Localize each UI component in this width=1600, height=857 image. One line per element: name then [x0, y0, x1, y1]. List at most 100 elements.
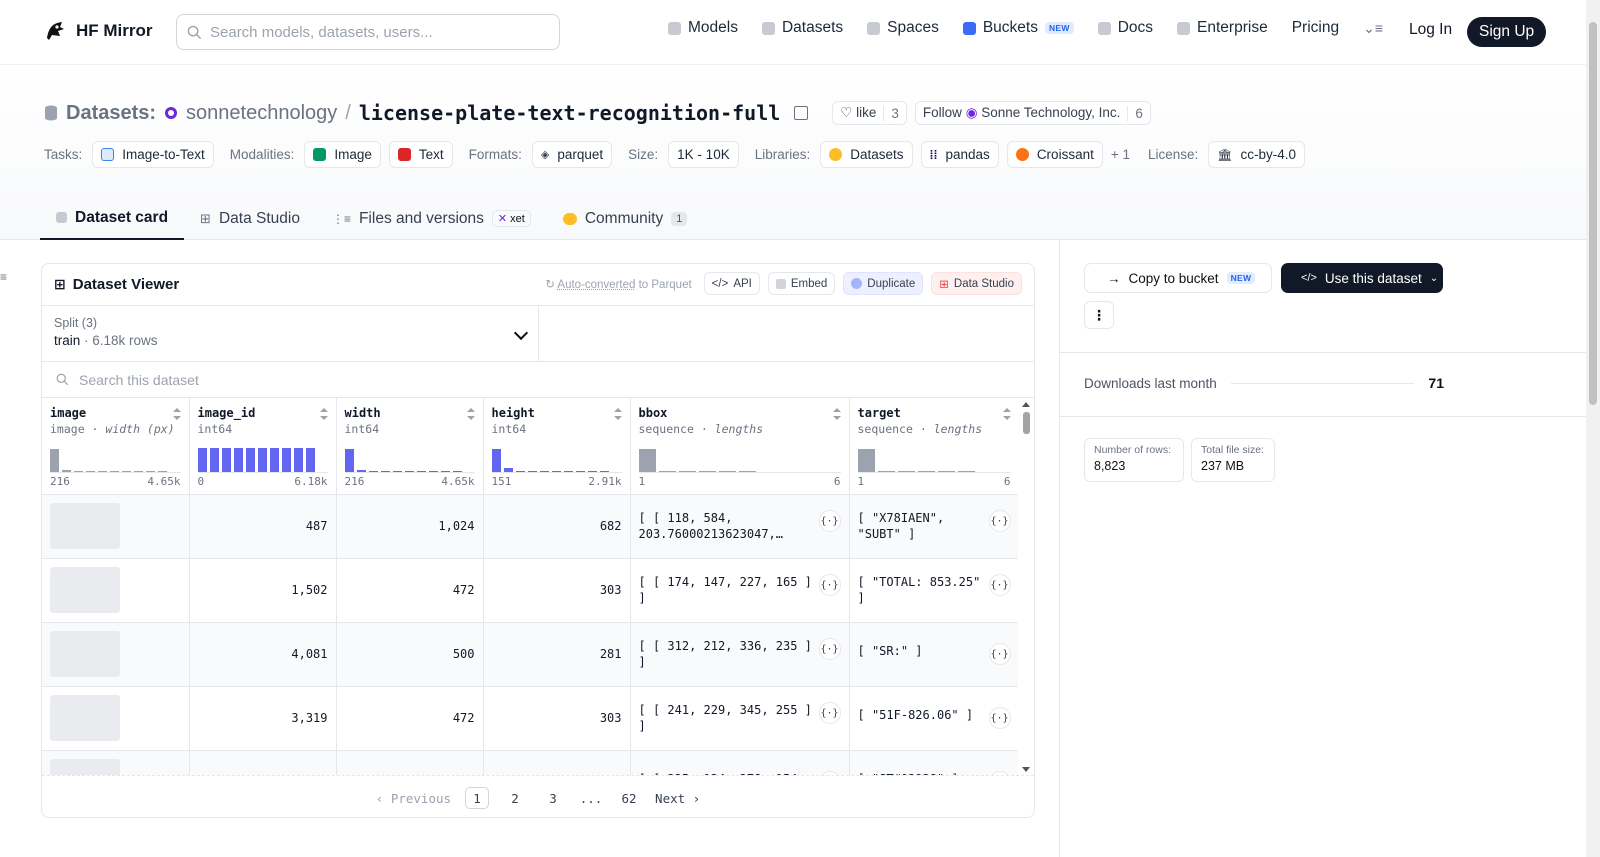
sort-icon[interactable] — [319, 408, 328, 420]
duplicate-button[interactable]: Duplicate — [843, 272, 924, 295]
login-link[interactable]: Log In — [1409, 21, 1452, 39]
page-scrollbar-thumb[interactable] — [1589, 22, 1597, 405]
column-header-image[interactable]: image image · width (px) 216 4.65k — [42, 398, 190, 495]
nav-spaces[interactable]: Spaces — [867, 19, 939, 37]
nav-pricing[interactable]: Pricing — [1292, 19, 1339, 37]
column-header-height[interactable]: height int64 151 2.91k — [483, 398, 631, 495]
cell-image[interactable] — [42, 686, 190, 751]
tab-community[interactable]: Community 1 — [547, 197, 704, 240]
tag-format[interactable]: ◈ parquet — [531, 141, 613, 168]
column-header-target[interactable]: target sequence · lengths 1 6 — [849, 398, 1020, 495]
api-button[interactable]: </> API — [703, 272, 760, 295]
image-thumbnail[interactable] — [50, 759, 120, 775]
dataset-search-input[interactable]: Search this dataset — [42, 362, 1034, 398]
tag-task[interactable]: Image-to-Text — [92, 141, 214, 168]
hist-bar[interactable] — [50, 449, 59, 472]
like-button[interactable]: ♡ like 3 — [832, 101, 907, 125]
expand-json-icon[interactable]: {·} — [818, 574, 841, 596]
expand-json-icon[interactable]: {·} — [818, 702, 841, 724]
expand-json-icon[interactable]: {·} — [988, 771, 1011, 775]
global-search-input[interactable]: Search models, datasets, users... — [176, 14, 560, 50]
more-libraries[interactable]: + 1 — [1111, 147, 1130, 162]
split-selector[interactable]: Split (3) train · 6.18k rows — [42, 306, 539, 362]
embed-button[interactable]: Embed — [767, 272, 836, 295]
page-scrollbar[interactable] — [1586, 0, 1600, 857]
previous-page-button[interactable]: ‹ Previous — [376, 791, 451, 806]
image-thumbnail[interactable] — [50, 567, 120, 613]
expand-json-icon[interactable]: {·} — [988, 574, 1011, 596]
hist-bar[interactable] — [293, 448, 303, 472]
auto-converted-link[interactable]: Auto-converted — [557, 279, 635, 291]
hist-bar[interactable] — [233, 448, 243, 472]
tab-dataset-card[interactable]: Dataset card — [40, 197, 185, 240]
copy-to-bucket-button[interactable]: → Copy to bucket NEW — [1084, 263, 1272, 293]
image-thumbnail[interactable] — [50, 695, 120, 741]
nav-models[interactable]: Models — [668, 19, 738, 37]
tag-modality-image[interactable]: Image — [304, 141, 381, 168]
table-row[interactable]: 4,081 500 281[ [ 312, 212, 336, 235 ] ] {·}… — [42, 622, 1020, 687]
tag-size[interactable]: 1K - 10K — [668, 141, 739, 168]
auto-converted-note[interactable]: ↻ Auto-converted to Parquet — [545, 277, 691, 291]
hist-bar[interactable] — [491, 449, 501, 472]
data-studio-button[interactable]: ⊞ Data Studio — [931, 272, 1022, 295]
cell-image[interactable] — [42, 558, 190, 623]
expand-json-icon[interactable]: {·} — [818, 771, 841, 775]
nav-datasets[interactable]: Datasets — [761, 19, 843, 37]
table-row[interactable]: 487 1,024 682[ [ 118, 584, 203.76000213623… — [42, 494, 1020, 559]
hist-bar[interactable] — [197, 448, 207, 472]
scroll-down-icon[interactable] — [1022, 767, 1030, 772]
page-1-button[interactable]: 1 — [465, 787, 490, 809]
sort-icon[interactable] — [832, 408, 841, 420]
tag-modality-text[interactable]: Text — [388, 141, 453, 168]
use-this-dataset-button[interactable]: </> Use this dataset ⌄ — [1281, 263, 1443, 293]
sort-icon[interactable] — [613, 408, 622, 420]
cell-image[interactable] — [42, 622, 190, 687]
tab-files[interactable]: ⋮≡ Files and versions ✕ xet — [316, 197, 547, 240]
expand-json-icon[interactable]: {·} — [988, 510, 1011, 532]
hist-bar[interactable] — [245, 448, 255, 472]
data-table-scroll[interactable]: image image · width (px) 216 4.65k image_id i… — [42, 398, 1034, 776]
expand-json-icon[interactable]: {·} — [818, 638, 841, 660]
menu-more-icon[interactable]: ⌄≡ — [1363, 20, 1383, 37]
table-row[interactable]: 3,319 472 303[ [ 241, 229, 345, 255 ] ] {·}… — [42, 686, 1020, 751]
scrollbar-thumb[interactable] — [1023, 412, 1030, 434]
hist-bar[interactable] — [344, 449, 354, 472]
hist-bar[interactable] — [305, 448, 315, 472]
image-thumbnail[interactable] — [50, 631, 120, 677]
hist-bar[interactable] — [638, 449, 656, 472]
tag-license[interactable]: 🏛 cc-by-4.0 — [1208, 141, 1306, 168]
image-thumbnail[interactable] — [50, 503, 120, 549]
next-page-button[interactable]: Next › — [655, 791, 700, 806]
column-header-bbox[interactable]: bbox sequence · lengths 1 6 — [630, 398, 850, 495]
hist-bar[interactable] — [257, 448, 267, 472]
hist-bar[interactable] — [209, 448, 219, 472]
brand-logo[interactable]: HF Mirror — [42, 18, 153, 44]
table-scrollbar[interactable] — [1018, 398, 1034, 775]
cell-image[interactable] — [42, 494, 190, 559]
more-options-button[interactable]: ⋮ — [1084, 301, 1114, 329]
tag-lib-datasets[interactable]: Datasets — [820, 141, 913, 168]
signup-button[interactable]: Sign Up — [1467, 17, 1547, 47]
column-header-image-id[interactable]: image_id int64 0 6.18k — [189, 398, 337, 495]
table-row[interactable]: [ [ 225, 134, 278, 154 {·} [ "ST#02928" ] {… — [42, 750, 1020, 775]
expand-json-icon[interactable]: {·} — [818, 510, 841, 532]
follow-button[interactable]: Follow ◉ Sonne Technology, Inc. 6 — [914, 101, 1151, 125]
tab-data-studio[interactable]: ⊞ Data Studio — [184, 197, 316, 240]
page-2-button[interactable]: 2 — [503, 787, 527, 809]
nav-docs[interactable]: Docs — [1097, 19, 1153, 37]
page-3-button[interactable]: 3 — [541, 787, 565, 809]
hist-bar[interactable] — [269, 448, 279, 472]
hist-bar[interactable] — [281, 448, 291, 472]
expand-json-icon[interactable]: {·} — [988, 643, 1011, 665]
expand-json-icon[interactable]: {·} — [988, 707, 1011, 729]
table-row[interactable]: 1,502 472 303[ [ 174, 147, 227, 165 ] ] {·}… — [42, 558, 1020, 623]
copy-icon[interactable] — [794, 106, 809, 120]
hist-bar[interactable] — [857, 449, 875, 472]
nav-buckets[interactable]: Buckets NEW — [962, 19, 1074, 37]
sort-icon[interactable] — [172, 408, 181, 420]
sidebar-toggle-icon[interactable]: ≡ — [0, 270, 7, 284]
column-header-width[interactable]: width int64 216 4.65k — [336, 398, 484, 495]
sort-icon[interactable] — [1002, 408, 1011, 420]
repo-owner-link[interactable]: sonnetechnology — [186, 102, 337, 125]
scroll-up-icon[interactable] — [1022, 402, 1030, 407]
